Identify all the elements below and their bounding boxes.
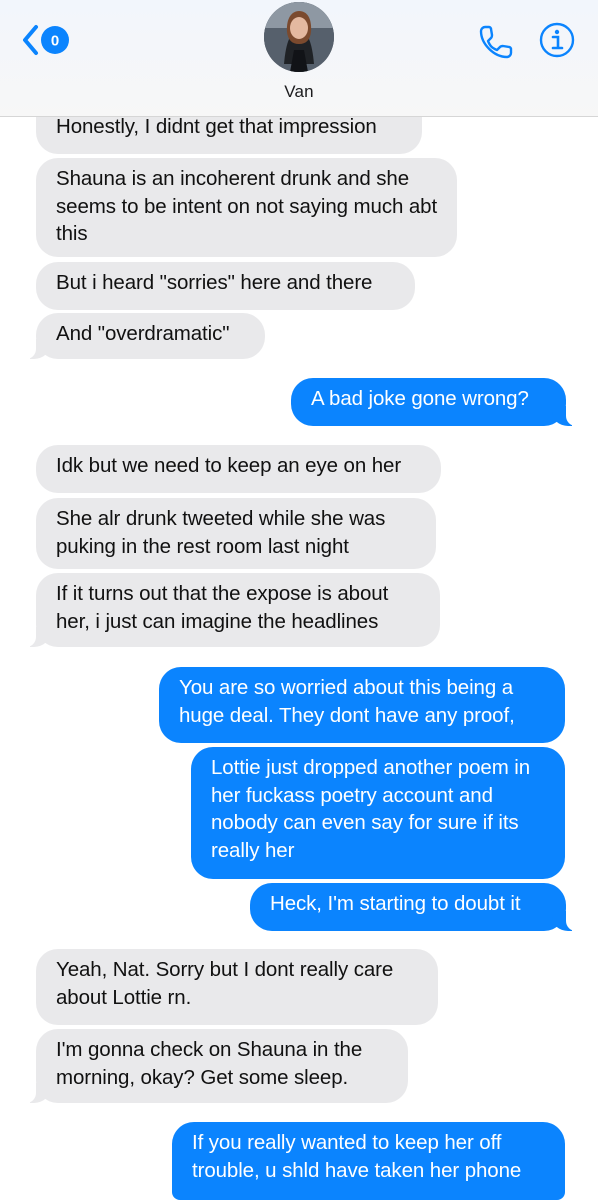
conversation-header: 0 Van bbox=[0, 0, 598, 117]
outgoing-message[interactable]: You are so worried about this being a hu… bbox=[159, 667, 565, 743]
unread-badge-count: 0 bbox=[51, 33, 59, 50]
phone-icon bbox=[479, 25, 513, 59]
incoming-message[interactable]: Idk but we need to keep an eye on her bbox=[36, 445, 441, 493]
message-text: She alr drunk tweeted while she was puki… bbox=[56, 507, 386, 558]
outgoing-message[interactable]: A bad joke gone wrong? bbox=[291, 378, 576, 426]
back-button[interactable]: 0 bbox=[22, 24, 74, 56]
message-text: If you really wanted to keep her off tro… bbox=[192, 1131, 522, 1182]
outgoing-message[interactable]: Lottie just dropped another poem in her … bbox=[191, 747, 565, 879]
message-text: But i heard "sorries" here and there bbox=[56, 271, 373, 294]
incoming-message[interactable]: Yeah, Nat. Sorry but I dont really care … bbox=[36, 949, 438, 1025]
outgoing-message[interactable]: Heck, I'm starting to doubt it bbox=[250, 883, 576, 931]
message-text: Lottie just dropped another poem in her … bbox=[211, 756, 531, 862]
message-text: I'm gonna check on Shauna in the morning… bbox=[56, 1038, 363, 1089]
incoming-message[interactable]: I'm gonna check on Shauna in the morning… bbox=[26, 1029, 408, 1103]
incoming-message[interactable]: She alr drunk tweeted while she was puki… bbox=[36, 498, 436, 569]
chevron-left-icon bbox=[23, 25, 38, 55]
message-text: Yeah, Nat. Sorry but I dont really care … bbox=[56, 958, 394, 1009]
message-text: A bad joke gone wrong? bbox=[311, 387, 529, 410]
avatar-photo bbox=[264, 2, 334, 72]
incoming-message[interactable]: But i heard "sorries" here and there bbox=[36, 262, 415, 310]
message-text: You are so worried about this being a hu… bbox=[179, 676, 515, 727]
info-button[interactable] bbox=[537, 20, 577, 60]
message-text: Honestly, I didnt get that impression bbox=[56, 115, 377, 138]
outgoing-message[interactable]: If you really wanted to keep her off tro… bbox=[172, 1122, 565, 1200]
incoming-message[interactable]: Shauna is an incoherent drunk and she se… bbox=[36, 158, 457, 257]
message-text: And "overdramatic" bbox=[56, 322, 230, 345]
contact-name[interactable]: Van bbox=[0, 82, 598, 102]
incoming-message[interactable]: And "overdramatic" bbox=[26, 313, 265, 359]
message-text: Shauna is an incoherent drunk and she se… bbox=[56, 167, 438, 245]
avatar[interactable] bbox=[264, 2, 334, 72]
message-text: If it turns out that the expose is about… bbox=[56, 582, 389, 633]
incoming-message[interactable]: If it turns out that the expose is about… bbox=[26, 573, 440, 647]
call-button[interactable] bbox=[476, 22, 516, 62]
message-text: Heck, I'm starting to doubt it bbox=[270, 892, 521, 915]
message-text: Idk but we need to keep an eye on her bbox=[56, 454, 402, 477]
message-thread[interactable]: Honestly, I didnt get that impression Sh… bbox=[0, 0, 598, 1200]
